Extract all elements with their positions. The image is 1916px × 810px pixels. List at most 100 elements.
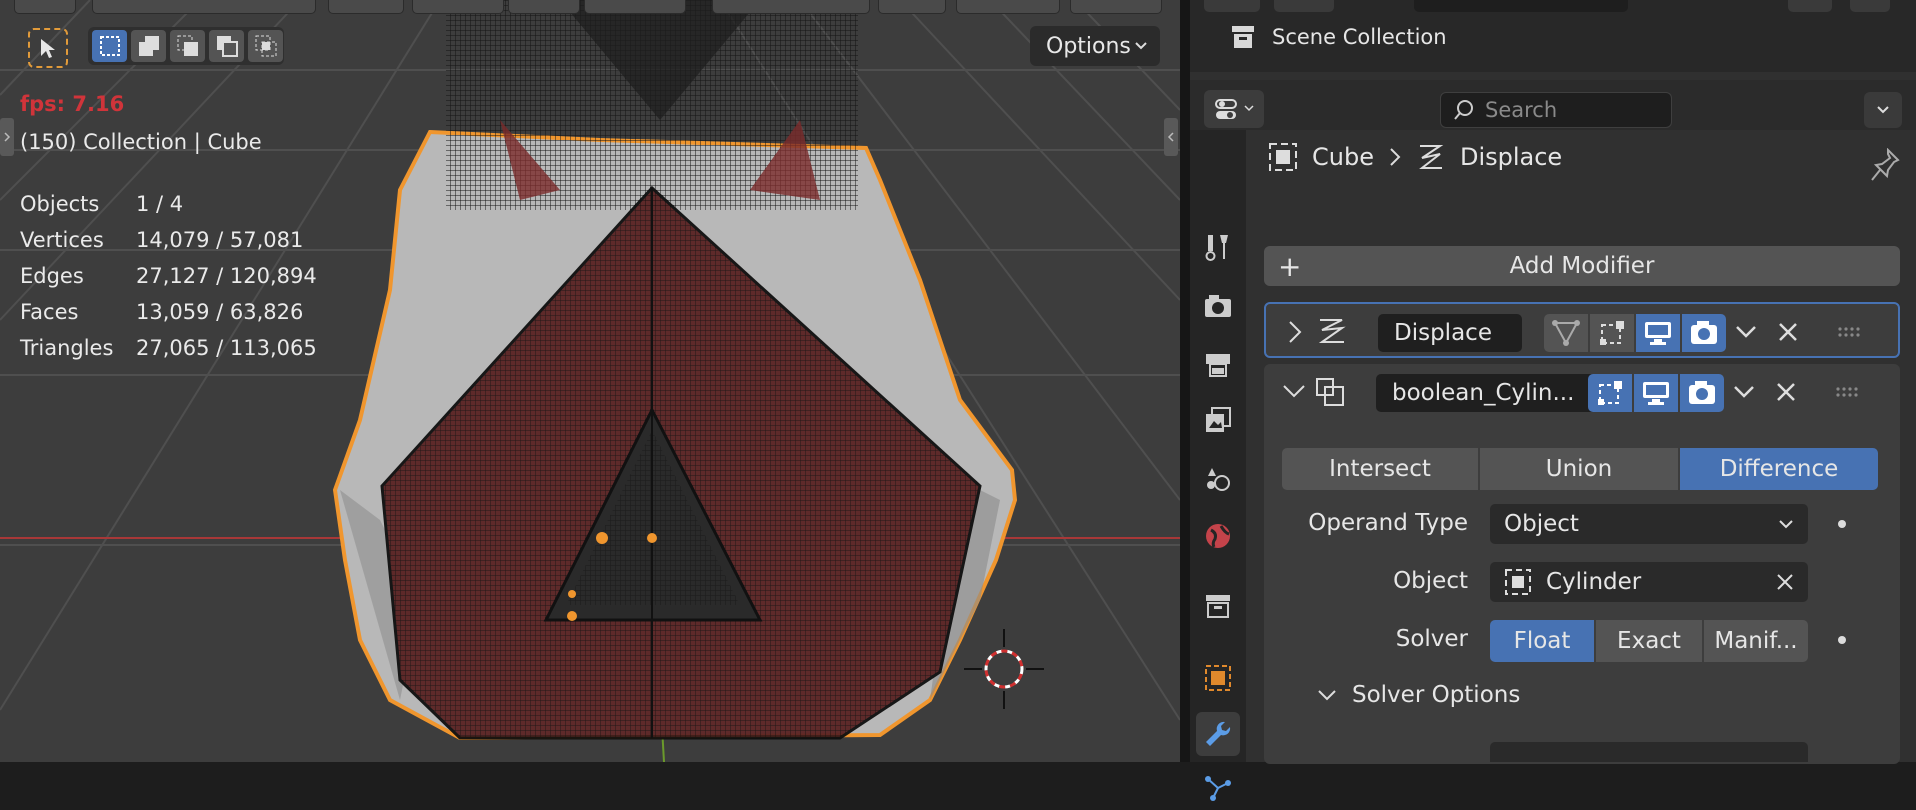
modifier-name-field[interactable]: boolean_Cylin... bbox=[1376, 374, 1598, 412]
select-subtract-button[interactable] bbox=[170, 30, 205, 62]
collapse-chevron-icon[interactable] bbox=[1278, 376, 1310, 408]
object-field[interactable]: Cylinder bbox=[1490, 562, 1808, 602]
outliner-panel: Scene Collection bbox=[1190, 0, 1916, 72]
chevron-down-icon bbox=[1318, 690, 1336, 701]
modifier-panel-boolean: boolean_Cylin... Intersect Union Differe… bbox=[1264, 364, 1900, 764]
3d-cursor-icon[interactable] bbox=[964, 629, 1044, 709]
tab-modifiers[interactable] bbox=[1196, 712, 1240, 756]
stat-row: Objects 1 / 4 bbox=[20, 186, 317, 222]
breadcrumb-object: Cube bbox=[1312, 143, 1374, 171]
keyframe-dot-icon[interactable] bbox=[1838, 520, 1846, 528]
properties-search[interactable]: Search bbox=[1440, 92, 1672, 128]
toolbar-toggle[interactable] bbox=[0, 118, 14, 156]
solver-selector: Float Exact Manif... bbox=[1490, 620, 1810, 662]
tab-tool[interactable] bbox=[1196, 226, 1240, 270]
pivot-dropdown[interactable] bbox=[878, 0, 946, 14]
breadcrumb-modifier: Displace bbox=[1459, 143, 1563, 171]
breadcrumb: Cube Displace bbox=[1268, 142, 1562, 172]
view-menu[interactable] bbox=[328, 0, 404, 14]
add-menu[interactable] bbox=[508, 0, 580, 14]
chevron-down-icon bbox=[1779, 520, 1793, 529]
plus-icon: + bbox=[1278, 250, 1302, 283]
outliner-display-mode[interactable] bbox=[1274, 0, 1334, 12]
solver-manifold[interactable]: Manif... bbox=[1704, 620, 1808, 662]
modifier-menu-chevron-icon[interactable] bbox=[1728, 376, 1760, 408]
output-printer-icon bbox=[1206, 354, 1230, 377]
outliner-search[interactable] bbox=[1414, 0, 1628, 12]
render-toggle[interactable] bbox=[1682, 314, 1726, 352]
expand-chevron-icon[interactable] bbox=[1280, 316, 1312, 348]
modifier-menu-chevron-icon[interactable] bbox=[1730, 316, 1762, 348]
operation-difference[interactable]: Difference bbox=[1680, 448, 1878, 490]
sidebar-toggle[interactable] bbox=[1164, 118, 1178, 156]
select-extend-icon bbox=[138, 36, 159, 56]
render-camera-icon bbox=[1205, 295, 1231, 317]
solver-options-field-partial[interactable] bbox=[1490, 742, 1808, 762]
add-modifier-button[interactable]: + Add Modifier bbox=[1264, 246, 1900, 286]
collection-icon bbox=[1206, 595, 1230, 618]
tab-collection[interactable] bbox=[1196, 584, 1240, 628]
tab-object[interactable] bbox=[1196, 656, 1240, 700]
tab-world[interactable] bbox=[1196, 514, 1240, 558]
stat-value: 14,079 / 57,081 bbox=[136, 228, 304, 252]
tab-output[interactable] bbox=[1196, 342, 1240, 386]
select-invert-button[interactable] bbox=[209, 30, 244, 62]
scene-collection-row[interactable]: Scene Collection bbox=[1230, 24, 1447, 50]
viewport-display-toggle[interactable] bbox=[1634, 374, 1678, 412]
transform-orientation-dropdown[interactable] bbox=[712, 0, 870, 14]
tab-scene[interactable] bbox=[1196, 456, 1240, 500]
stat-label: Edges bbox=[20, 264, 84, 288]
outliner-filter[interactable] bbox=[1788, 0, 1832, 12]
solver-options-subpanel-header[interactable]: Solver Options bbox=[1316, 682, 1520, 708]
render-toggle[interactable] bbox=[1680, 374, 1724, 412]
operand-type-dropdown[interactable]: Object bbox=[1490, 504, 1808, 544]
select-extend-button[interactable] bbox=[131, 30, 166, 62]
select-menu[interactable] bbox=[412, 0, 504, 14]
3d-viewport[interactable]: Options fps: 7.16 (150) Collection | Cub… bbox=[0, 0, 1180, 762]
options-dropdown[interactable]: Options bbox=[1030, 26, 1160, 66]
edit-mode-toggle[interactable] bbox=[1590, 314, 1634, 352]
on-cage-toggle[interactable] bbox=[1544, 314, 1588, 352]
close-icon[interactable] bbox=[1770, 376, 1802, 408]
select-invert-icon bbox=[216, 36, 238, 57]
world-globe-icon bbox=[1206, 524, 1230, 548]
stat-row: Vertices 14,079 / 57,081 bbox=[20, 222, 317, 258]
modifier-name-field[interactable]: Displace bbox=[1378, 314, 1522, 352]
select-intersect-button[interactable] bbox=[248, 30, 283, 62]
mode-dropdown[interactable] bbox=[92, 0, 316, 14]
properties-editor-type[interactable] bbox=[1204, 90, 1264, 128]
solver-exact[interactable]: Exact bbox=[1596, 620, 1702, 662]
keyframe-dot-icon[interactable] bbox=[1838, 636, 1846, 644]
3d-scene[interactable] bbox=[0, 0, 1180, 762]
pin-icon[interactable] bbox=[1870, 148, 1900, 182]
tab-render[interactable] bbox=[1196, 284, 1240, 328]
scene-statistics: Objects 1 / 4 Vertices 14,079 / 57,081 Edg… bbox=[20, 186, 317, 366]
clear-x-icon[interactable] bbox=[1774, 571, 1796, 593]
proportional-edit[interactable] bbox=[1070, 0, 1162, 14]
select-tool-button[interactable] bbox=[28, 28, 68, 68]
particles-icon bbox=[1205, 776, 1231, 801]
tool-icon bbox=[1205, 235, 1228, 261]
properties-options-dropdown[interactable] bbox=[1864, 92, 1902, 128]
new-collection-button[interactable] bbox=[1850, 0, 1890, 12]
operation-union[interactable]: Union bbox=[1480, 448, 1678, 490]
snap-toggle[interactable] bbox=[956, 0, 1060, 14]
object-menu[interactable] bbox=[584, 0, 686, 14]
stat-value: 27,065 / 113,065 bbox=[136, 336, 317, 360]
tab-particles[interactable] bbox=[1196, 766, 1240, 810]
close-icon[interactable] bbox=[1772, 316, 1804, 348]
stat-label: Objects bbox=[20, 192, 100, 216]
solver-float[interactable]: Float bbox=[1490, 620, 1594, 662]
select-new-button[interactable] bbox=[92, 30, 127, 62]
editor-type-button[interactable] bbox=[14, 0, 76, 14]
drag-handle-icon[interactable] bbox=[1832, 376, 1864, 408]
viewport-display-toggle[interactable] bbox=[1636, 314, 1680, 352]
edit-mode-toggle[interactable] bbox=[1588, 374, 1632, 412]
operation-intersect[interactable]: Intersect bbox=[1282, 448, 1478, 490]
drag-handle-icon[interactable] bbox=[1834, 316, 1866, 348]
tab-view-layer[interactable] bbox=[1196, 398, 1240, 442]
area-divider[interactable] bbox=[1180, 0, 1190, 762]
select-new-icon bbox=[99, 36, 120, 56]
outliner-editor-type[interactable] bbox=[1204, 0, 1260, 12]
camera-icon bbox=[1689, 381, 1715, 404]
